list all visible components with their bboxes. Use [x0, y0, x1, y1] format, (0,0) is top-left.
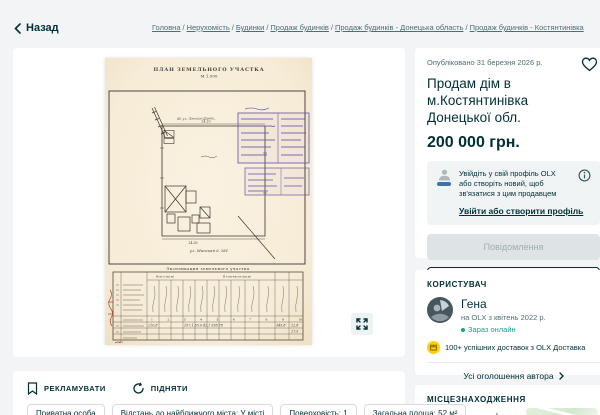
advertise-button[interactable]: РЕКЛАМУВАТИ: [27, 382, 106, 395]
login-prompt-text: Увійдіть у свій профіль OLX або створіть…: [459, 169, 567, 199]
delivery-badge-icon: [427, 341, 440, 354]
listing-price: 200 000 грн.: [427, 134, 600, 152]
parameter-chips: Приватна особа Відстань до найближчого м…: [27, 404, 391, 415]
location-map-thumbnail[interactable]: [526, 408, 598, 415]
listing-photo-card: ПЛАН ЗЕМЕЛЬНОГО УЧАСТКА М 1:500 80 ул. Л…: [13, 48, 405, 357]
breadcrumb-item-home[interactable]: Головна: [152, 23, 181, 32]
boost-button[interactable]: ПІДНЯТИ: [132, 382, 188, 395]
plan-value-3: 345,8: [276, 324, 285, 328]
divider: [427, 362, 600, 363]
listing-info-card: Опубліковано 31 березня 2026 р. Продам д…: [415, 48, 600, 258]
plan-value-2: 107,1 35,0 42,1 558,78: [184, 324, 223, 328]
plan-title: ПЛАН ЗЕМЕЛЬНОГО УЧАСТКА: [153, 67, 264, 73]
advertise-label: РЕКЛАМУВАТИ: [44, 384, 106, 393]
back-button[interactable]: Назад: [14, 22, 59, 34]
plan-value-5: 27,5: [290, 330, 298, 334]
fullscreen-button[interactable]: [351, 313, 373, 335]
chip-area: Загальна площа: 52 м²: [364, 404, 467, 415]
breadcrumb: Головна/Нерухомість/Будинки/Продаж будин…: [152, 23, 584, 32]
plan-scale: М 1:500: [201, 74, 218, 79]
refresh-icon: [132, 382, 145, 395]
breadcrumb-bar: Назад Головна/Нерухомість/Будинки/Продаж…: [14, 20, 600, 36]
login-prompt-box: Увійдіть у свій профіль OLX або створіть…: [427, 161, 600, 225]
listing-title: Продам дім в м.Костянтинівка Донецької о…: [427, 76, 577, 127]
breadcrumb-item-realty[interactable]: Нерухомість: [187, 23, 230, 32]
chevron-left-icon: [14, 23, 21, 34]
chip-seller-type: Приватна особа: [27, 404, 105, 415]
online-dot-icon: [461, 328, 465, 332]
favorite-button[interactable]: [581, 57, 598, 72]
published-date: Опубліковано 31 березня 2026 р.: [427, 58, 600, 67]
breadcrumb-item-houses[interactable]: Будинки: [236, 23, 264, 32]
message-button[interactable]: Повідомлення: [427, 234, 600, 260]
plan-street-label: ул. Минская д. 281: [189, 248, 228, 253]
plan-table-title: Экспликация земельного участка: [166, 266, 249, 271]
heart-icon: [581, 57, 598, 72]
plan-table-header-total: Всего /кв.м/: [156, 275, 174, 279]
seller-card: КОРИСТУВАЧ Гена на OLX з квітень 2022 р.…: [415, 270, 600, 375]
breadcrumb-item-region[interactable]: Продаж будинків - Донецька область: [335, 23, 463, 32]
plan-stamp-large: [238, 108, 309, 163]
map-road-shape: [535, 408, 594, 415]
land-plot-plan-image[interactable]: ПЛАН ЗЕМЕЛЬНОГО УЧАСТКА М 1:500 80 ул. Л…: [105, 58, 312, 345]
plan-stamp-small: [245, 168, 309, 195]
all-author-ads-label: Усі оголошення автора: [463, 371, 553, 381]
bookmark-icon: [27, 382, 38, 395]
seller-avatar[interactable]: [427, 297, 453, 334]
breadcrumb-item-city[interactable]: Продаж будинків - Костянтинівка: [470, 23, 584, 32]
breadcrumb-item-house-sale[interactable]: Продаж будинків: [270, 23, 329, 32]
seller-member-since: на OLX з квітень 2022 р.: [461, 313, 546, 322]
chevron-right-icon: [559, 372, 564, 380]
all-author-ads-link[interactable]: Усі оголошення автора: [427, 371, 600, 381]
seller-section-title: КОРИСТУВАЧ: [427, 280, 600, 289]
online-status: Зараз онлайн: [468, 325, 516, 334]
login-or-register-link[interactable]: Увійти або створити профіль: [459, 206, 583, 216]
chip-floors: Поверховість: 1: [280, 404, 356, 415]
chip-distance: Відстань до найближчого міста: У місті: [112, 404, 274, 415]
plan-table-header-incl: В том числе /кв.м/: [223, 275, 251, 279]
plan-value-4: 22,8: [290, 324, 298, 328]
expand-icon: [356, 318, 368, 330]
login-avatar-icon: [436, 169, 452, 199]
boost-label: ПІДНЯТИ: [151, 384, 188, 393]
plan-dim-bottom: 24.30: [188, 241, 197, 245]
plan-dim-top: 24.10: [201, 120, 210, 124]
plan-value-1: 210,8: [147, 324, 157, 328]
back-label: Назад: [26, 22, 59, 34]
seller-name[interactable]: Гена: [461, 297, 546, 311]
info-icon[interactable]: [578, 169, 591, 199]
listing-actions-card: РЕКЛАМУВАТИ ПІДНЯТИ Приватна особа Відст…: [13, 371, 405, 415]
olx-listing-page: Назад Головна/Нерухомість/Будинки/Продаж…: [0, 0, 600, 415]
delivery-badge-text: 100+ успішних доставок з OLX Доставка: [445, 343, 585, 352]
location-section-title: МІСЦЕЗНАХОДЖЕННЯ: [427, 395, 600, 404]
plan-table-col-numbers: 1 2 3 4 5 6 7 8 9 10: [151, 317, 302, 321]
olx-logo-bar: [437, 182, 451, 186]
